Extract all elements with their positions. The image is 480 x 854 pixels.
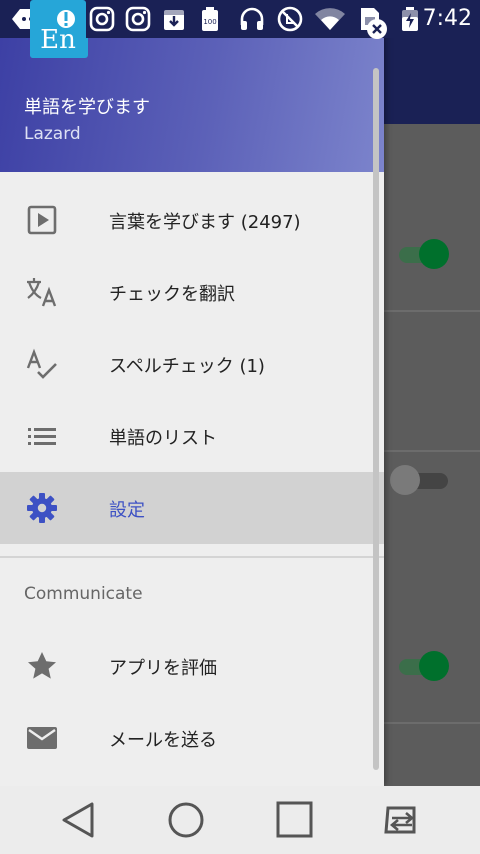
- battery-charging-icon: [402, 7, 418, 31]
- menu-item-label: アプリを評価: [109, 658, 217, 679]
- drawer-title: 単語を学びます: [24, 97, 150, 118]
- battery-100-icon: 100: [202, 7, 218, 31]
- background-divider: [384, 310, 480, 312]
- menu-item-label: 単語のリスト: [109, 428, 217, 449]
- recents-icon[interactable]: [270, 798, 318, 842]
- svg-text:100: 100: [203, 18, 216, 26]
- background-toggle-2[interactable]: [390, 464, 450, 496]
- spellcheck-icon: [26, 348, 57, 379]
- translate-icon: [27, 278, 57, 307]
- section-header-communicate: Communicate: [24, 584, 143, 604]
- background-toggle-1[interactable]: [393, 238, 453, 270]
- back-icon[interactable]: [54, 798, 102, 842]
- system-navigation-bar: [0, 786, 480, 854]
- list-icon: [28, 428, 56, 445]
- mail-icon: [27, 727, 57, 749]
- drawer-subtitle: Lazard: [24, 124, 81, 144]
- settings-gear-icon: [27, 493, 57, 523]
- background-toggle-3[interactable]: [393, 650, 453, 682]
- status-time: 7:42: [422, 6, 472, 31]
- star-icon: [28, 652, 56, 679]
- menu-item-send-email[interactable]: メールを送る: [0, 702, 384, 774]
- download-icon: [164, 10, 184, 30]
- headphones-icon: [240, 7, 264, 30]
- wifi-icon: [315, 8, 345, 30]
- status-bar: En 100 7:42: [0, 0, 480, 58]
- do-not-disturb-icon: [277, 6, 303, 32]
- menu-item-rate-app[interactable]: アプリを評価: [0, 630, 384, 702]
- menu-item-learn-words[interactable]: 言葉を学びます (2497): [0, 184, 384, 256]
- menu-item-label: チェックを翻訳: [109, 284, 235, 305]
- menu-item-label: 言葉を学びます (2497): [109, 212, 301, 233]
- home-icon[interactable]: [162, 798, 210, 842]
- drawer-divider: [0, 556, 384, 558]
- menu-item-spellcheck[interactable]: スペルチェック (1): [0, 328, 384, 400]
- sim-error-icon: [367, 19, 387, 39]
- menu-item-label: スペルチェック (1): [109, 356, 265, 377]
- instagram-icon: [89, 6, 115, 32]
- drawer-scrollbar[interactable]: [373, 68, 379, 770]
- play-box-icon: [27, 205, 57, 235]
- menu-item-word-list[interactable]: 単語のリスト: [0, 400, 384, 472]
- navigation-drawer: En 単語を学びます Lazard 言葉を学びます (2497) チェックを翻訳…: [0, 0, 384, 786]
- menu-item-settings[interactable]: 設定: [0, 472, 384, 544]
- app-switch-icon[interactable]: [378, 798, 426, 842]
- menu-item-label: メールを送る: [109, 730, 217, 751]
- menu-item-label: 設定: [109, 500, 145, 521]
- instagram-icon: [125, 6, 151, 32]
- menu-item-translate-check[interactable]: チェックを翻訳: [0, 256, 384, 328]
- background-divider: [384, 450, 480, 452]
- notification-dot-icon: [57, 10, 75, 28]
- background-divider: [384, 722, 480, 724]
